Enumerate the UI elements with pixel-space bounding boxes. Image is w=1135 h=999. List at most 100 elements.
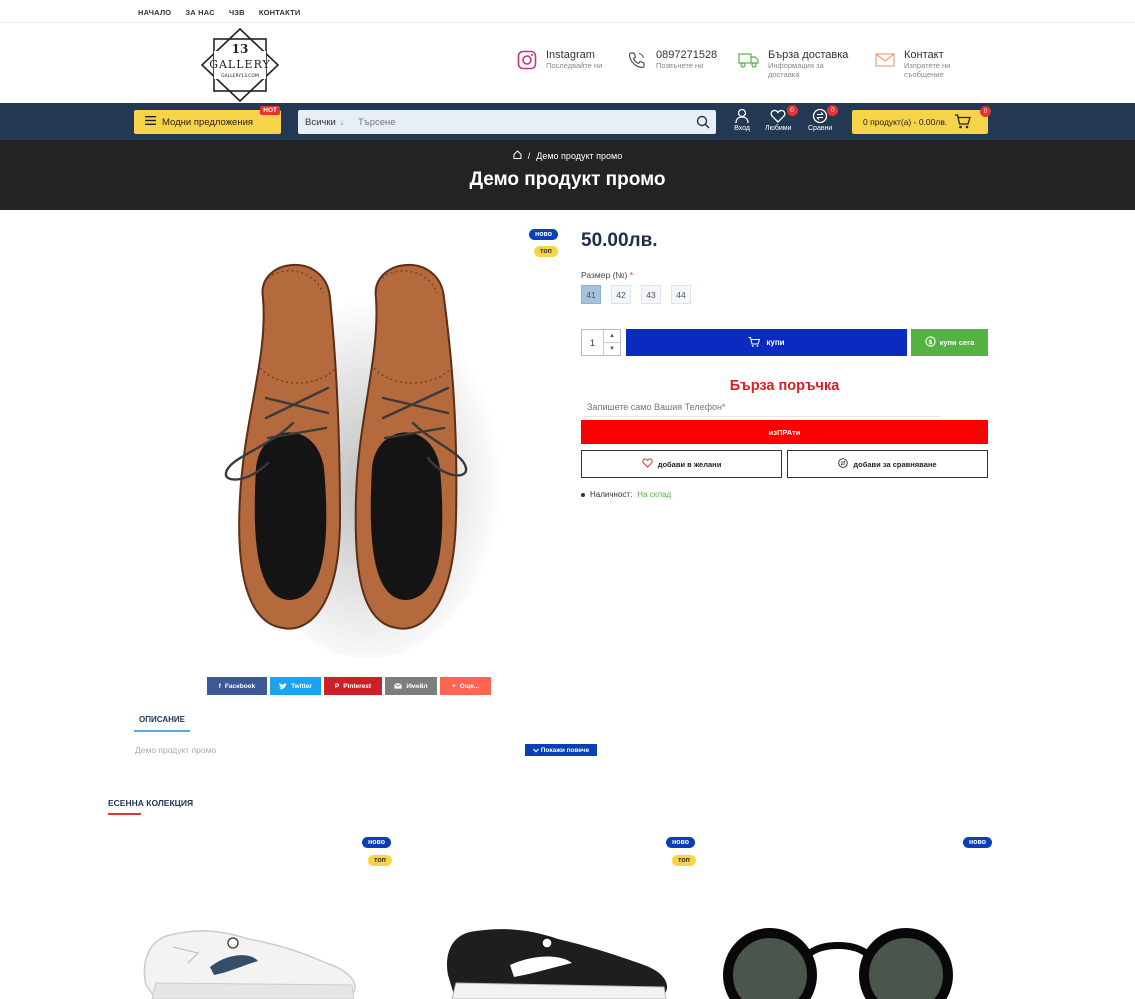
share-email-label: Имейл (406, 682, 428, 690)
add-to-wishlist-button[interactable]: добави в желани (581, 450, 782, 478)
svg-text:GALLERY13.COM: GALLERY13.COM (221, 73, 259, 79)
required-marker: * (629, 270, 634, 280)
search-icon[interactable] (690, 115, 716, 129)
share-more-button[interactable]: + Още... (440, 677, 491, 695)
header-instagram[interactable]: Instagram Последвайте ни (516, 49, 602, 71)
header-contact[interactable]: Контакт Изпратете ни съобщение (874, 49, 950, 79)
top-link-faq[interactable]: ЧЗВ (229, 8, 245, 17)
size-label: Размер (№) * (581, 270, 633, 280)
size-option-41[interactable]: 41 (581, 285, 601, 304)
site-logo[interactable]: 13 GALLERY GALLERY13.COM (198, 27, 282, 103)
plus-icon: + (451, 682, 456, 690)
availability: Наличност: На склад (581, 490, 671, 499)
buy-now-label: купи сега (939, 338, 975, 347)
new-badge: ново (362, 837, 391, 848)
send-button[interactable]: изПРАти (581, 420, 988, 444)
add-to-cart-label: купи (766, 338, 785, 347)
search-category-select[interactable]: Всички ↓ (298, 117, 354, 128)
bullet-icon (581, 492, 585, 497)
cart-summary: 0 продукт(а) - 0.00лв. (863, 117, 948, 127)
header-phone[interactable]: 0897271528 Позвънете ни (626, 49, 717, 71)
top-bar: НАЧАЛО ЗА НАС ЧЗВ КОНТАКТИ (0, 0, 1135, 23)
share-twitter-button[interactable]: Twitter (270, 677, 321, 695)
page-title: Демо продукт промо (469, 169, 666, 190)
main-navbar: Модни предложения HOT Всички ↓ Вход Люби… (0, 103, 1135, 140)
add-to-compare-button[interactable]: добави за сравняване (787, 450, 988, 478)
size-option-42[interactable]: 42 (611, 285, 631, 304)
add-to-wishlist-label: добави в желани (657, 459, 722, 469)
add-to-cart-button[interactable]: купи (626, 329, 907, 356)
compare-link[interactable]: Сравни 0 (808, 105, 839, 132)
top-badge: топ (534, 246, 558, 257)
cart-icon (954, 113, 972, 131)
search-bar: Всички ↓ (298, 110, 716, 134)
heart-icon (642, 458, 653, 470)
quick-order-title: Бърза поръчка (729, 378, 840, 394)
product-card-image (143, 930, 356, 999)
product-card-image (447, 929, 668, 999)
quantity-value[interactable]: 1 (582, 330, 603, 355)
instagram-title: Instagram (546, 49, 595, 61)
quantity-down-icon[interactable]: ▼ (604, 343, 620, 355)
wishlist-link[interactable]: Любими 0 (765, 105, 798, 132)
envelope-icon (394, 683, 403, 689)
phone-subtitle: Позвънете ни (656, 61, 704, 70)
breadcrumb-separator: / (527, 150, 531, 161)
home-icon[interactable] (513, 150, 522, 161)
new-badge: ново (666, 837, 695, 848)
compare-count-badge: 0 (827, 105, 839, 116)
product-card[interactable]: ново топ (108, 835, 398, 999)
share-twitter-label: Twitter (291, 682, 312, 690)
top-link-about[interactable]: ЗА НАС (185, 8, 214, 17)
share-email-button[interactable]: Имейл (385, 677, 437, 695)
buy-now-button[interactable]: $ купи сега (911, 329, 988, 356)
compare-label: Сравни (808, 125, 833, 132)
login-link[interactable]: Вход (734, 108, 750, 132)
product-card[interactable]: ново топ (412, 835, 702, 999)
top-link-home[interactable]: НАЧАЛО (138, 8, 171, 17)
cart-button[interactable]: 0 продукт(а) - 0.00лв. 0 (852, 106, 991, 134)
size-option-43[interactable]: 43 (641, 285, 661, 304)
share-facebook-label: Facebook (224, 682, 256, 690)
search-category-value: Всички (305, 116, 336, 128)
share-facebook-button[interactable]: f Facebook (207, 677, 267, 695)
size-label-text: Размер (№) (581, 270, 628, 280)
hot-badge: HOT (260, 106, 280, 115)
quantity-up-icon[interactable]: ▲ (604, 330, 620, 343)
product-card[interactable]: ново (714, 835, 1004, 999)
size-option-44[interactable]: 44 (671, 285, 691, 304)
site-header: 13 GALLERY GALLERY13.COM Instagram После… (0, 23, 1135, 103)
phone-number: 0897271528 (656, 49, 718, 61)
share-pinterest-label: Pinterest (343, 682, 372, 690)
compare-icon (838, 458, 849, 470)
cart-icon (748, 336, 761, 349)
header-delivery[interactable]: Бърза доставка Информация за доставка (738, 49, 848, 79)
wishlist-label: Любими (765, 125, 792, 132)
contact-subtitle-line2: съобщение (904, 70, 944, 79)
page-title-bar: / Демо продукт промо Демо продукт промо (0, 140, 1135, 210)
phone-input[interactable] (584, 397, 941, 417)
top-link-contacts[interactable]: КОНТАКТИ (259, 8, 301, 17)
breadcrumb-current: Демо продукт промо (536, 150, 623, 161)
top-badge: топ (672, 855, 696, 866)
user-icon (735, 108, 749, 124)
top-badge: топ (368, 855, 392, 866)
breadcrumb: / Демо продукт промо (0, 150, 1135, 161)
wishlist-count-badge: 0 (786, 105, 798, 116)
login-label: Вход (734, 125, 750, 132)
fashion-deals-button[interactable]: Модни предложения HOT (134, 106, 281, 134)
search-input[interactable] (354, 116, 690, 128)
show-more-button[interactable]: Покажи повече (525, 744, 597, 756)
availability-label: Наличност: (590, 490, 633, 499)
delivery-subtitle-line2: доставка (768, 70, 800, 79)
product-image[interactable] (208, 238, 508, 658)
instagram-icon (516, 49, 538, 71)
top-links: НАЧАЛО ЗА НАС ЧЗВ КОНТАКТИ (138, 8, 301, 17)
share-pinterest-button[interactable]: P Pinterest (324, 677, 382, 695)
quantity-stepper[interactable]: 1 ▲ ▼ (581, 329, 621, 356)
arrow-down-icon: ↓ (339, 117, 344, 127)
new-badge: ново (963, 837, 992, 848)
tab-description[interactable]: ОПИСАНИЕ (134, 715, 190, 732)
cart-count-badge: 0 (980, 106, 991, 117)
collection-title-underline (108, 813, 141, 815)
